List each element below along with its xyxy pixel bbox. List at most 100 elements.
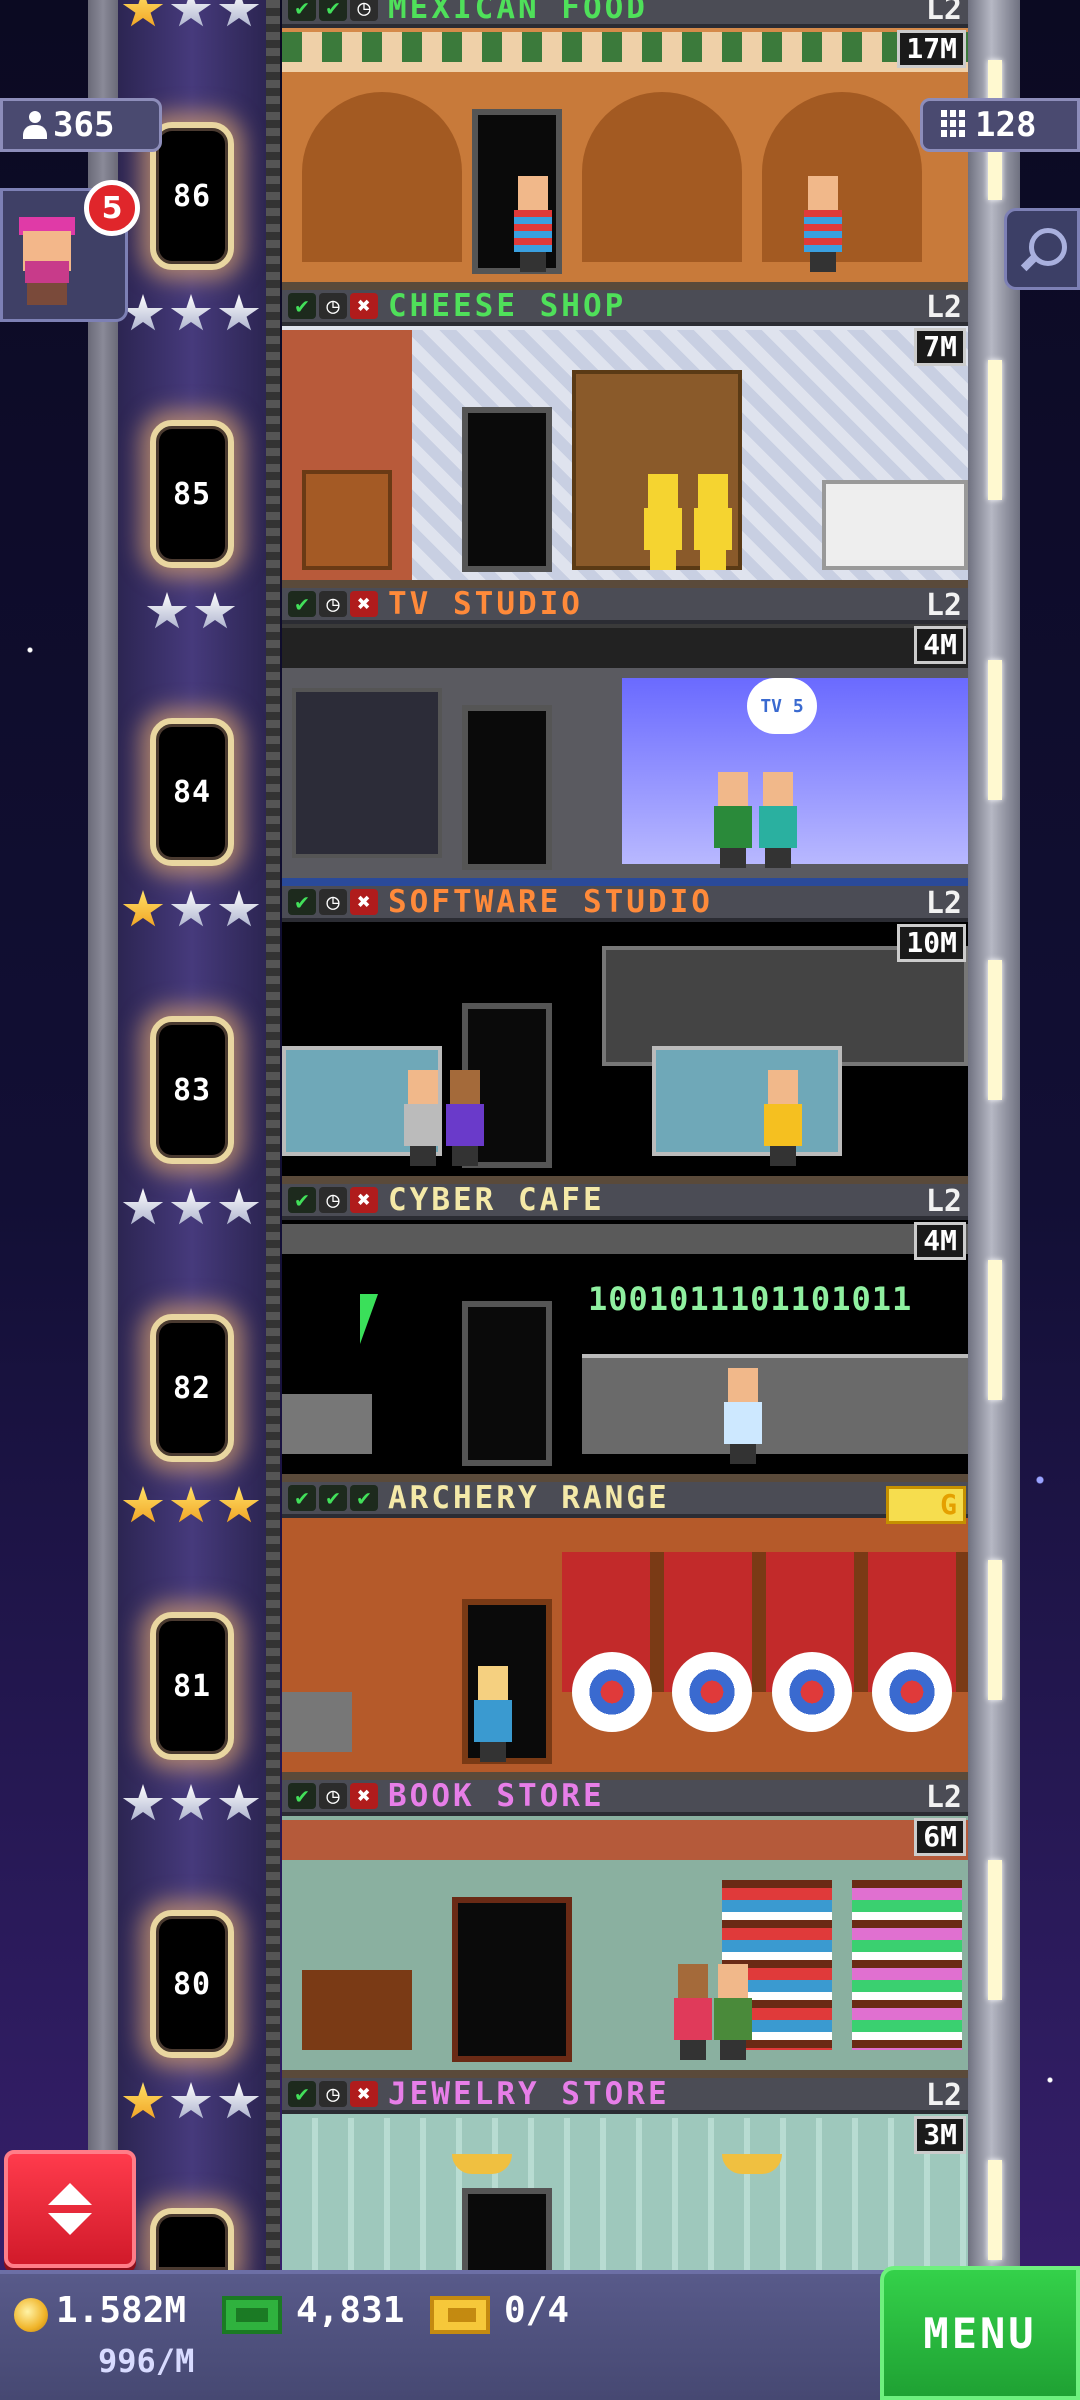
floor-stars-84 bbox=[146, 592, 236, 632]
bitizen[interactable] bbox=[512, 176, 554, 272]
clock-icon: ◷ bbox=[319, 293, 347, 319]
floor-number: 86 bbox=[172, 178, 212, 214]
floor-level: L2 bbox=[925, 0, 962, 27]
floor-cyber-cafe[interactable]: ✔ ◷ ✖ CYBER CAFE L2 4M 1001011101101011 bbox=[282, 1184, 968, 1482]
floor-book-store[interactable]: ✔ ◷ ✖ BOOK STORE L2 6M bbox=[282, 1780, 968, 2078]
menu-button[interactable]: MENU bbox=[880, 2266, 1080, 2400]
bux-value[interactable]: 4,831 bbox=[296, 2290, 404, 2331]
bitizen[interactable] bbox=[642, 474, 684, 570]
check-icon: ✔ bbox=[288, 293, 316, 319]
elevator-door-83[interactable]: 83 bbox=[150, 1016, 234, 1164]
star-icon bbox=[218, 0, 260, 27]
floor-name: BOOK STORE bbox=[388, 1780, 605, 1814]
x-icon: ✖ bbox=[350, 293, 378, 319]
bitizen[interactable] bbox=[757, 772, 799, 868]
floor-mexican-food[interactable]: ✔ ✔ ◷ MEXICAN FOOD L2 17M bbox=[282, 0, 968, 290]
elevator-door-81[interactable]: 81 bbox=[150, 1612, 234, 1760]
floor-earnings[interactable]: 17M bbox=[897, 30, 966, 68]
floor-stars-82 bbox=[122, 1188, 260, 1228]
visitor-count-badge: 5 bbox=[84, 180, 140, 236]
person-icon bbox=[23, 111, 47, 139]
control-desk bbox=[292, 688, 442, 858]
room-door bbox=[462, 1301, 552, 1466]
floor-stars-86 bbox=[122, 0, 260, 30]
floor-level: L2 bbox=[925, 2078, 962, 2113]
bitizen[interactable] bbox=[692, 474, 734, 570]
ticket-icon[interactable] bbox=[430, 2296, 490, 2334]
floor-earnings[interactable]: 6M bbox=[914, 1818, 966, 1856]
bitizen[interactable] bbox=[712, 772, 754, 868]
up-arrow-icon bbox=[48, 2183, 92, 2205]
room-interior bbox=[282, 32, 968, 282]
floors-counter[interactable]: 128 bbox=[920, 98, 1080, 152]
tv-logo: TV 5 bbox=[747, 678, 817, 734]
star-icon bbox=[170, 1188, 212, 1225]
tower-view[interactable]: 86 85 84 83 82 81 80 ✔ ✔ ◷ MEXICAN FOOD … bbox=[0, 0, 1080, 2270]
bitizen[interactable] bbox=[722, 1368, 764, 1464]
target-icon[interactable] bbox=[772, 1652, 852, 1732]
floor-level: L2 bbox=[925, 588, 962, 623]
x-icon: ✖ bbox=[350, 1187, 378, 1213]
elevator-door-85[interactable]: 85 bbox=[150, 420, 234, 568]
floor-cheese-shop[interactable]: ✔ ◷ ✖ CHEESE SHOP L2 7M bbox=[282, 290, 968, 588]
star-icon bbox=[170, 0, 212, 27]
elevator-door-80[interactable]: 80 bbox=[150, 1910, 234, 2058]
star-icon bbox=[170, 1784, 212, 1821]
chandelier-icon bbox=[452, 2154, 512, 2174]
floor-jewelry-store[interactable]: ✔ ◷ ✖ JEWELRY STORE L2 3M bbox=[282, 2078, 968, 2270]
workstation bbox=[652, 1046, 842, 1156]
floor-earnings[interactable]: 4M bbox=[914, 1222, 966, 1260]
bitizen[interactable] bbox=[472, 1666, 514, 1762]
floor-earnings[interactable]: 4M bbox=[914, 626, 966, 664]
target-icon[interactable] bbox=[672, 1652, 752, 1732]
star-icon bbox=[122, 0, 164, 27]
elevator-door-86[interactable]: 86 bbox=[150, 122, 234, 270]
floor-name: JEWELRY STORE bbox=[388, 2078, 670, 2112]
bitizen[interactable] bbox=[672, 1964, 714, 2060]
target-icon[interactable] bbox=[572, 1652, 652, 1732]
chandelier-icon bbox=[722, 2154, 782, 2174]
floor-archery-range[interactable]: ✔ ✔ ✔ ARCHERY RANGE G bbox=[282, 1482, 968, 1780]
floor-name: ARCHERY RANGE bbox=[388, 1482, 670, 1516]
column-light bbox=[988, 1560, 1002, 1700]
elevator-door-79[interactable] bbox=[150, 2208, 234, 2270]
elevator-door-84[interactable]: 84 bbox=[150, 718, 234, 866]
floor-header: ✔ ◷ ✖ SOFTWARE STUDIO L2 bbox=[282, 886, 968, 922]
floor-earnings[interactable]: 10M bbox=[897, 924, 966, 962]
star-icon bbox=[218, 890, 260, 927]
elevator-door-82[interactable]: 82 bbox=[150, 1314, 234, 1462]
bitizen[interactable] bbox=[444, 1070, 486, 1166]
star-icon bbox=[122, 294, 164, 331]
floor-header: ✔ ✔ ◷ MEXICAN FOOD L2 bbox=[282, 0, 968, 28]
floor-number: 82 bbox=[172, 1370, 212, 1406]
floor-software-studio[interactable]: ✔ ◷ ✖ SOFTWARE STUDIO L2 10M bbox=[282, 886, 968, 1184]
ceiling bbox=[282, 1224, 968, 1254]
shaft-rail bbox=[266, 0, 280, 2270]
cheese-shelf bbox=[302, 470, 392, 570]
ticket-value[interactable]: 0/4 bbox=[504, 2290, 569, 2331]
floor-name: CHEESE SHOP bbox=[388, 290, 627, 324]
x-icon: ✖ bbox=[350, 591, 378, 617]
column-light bbox=[988, 1860, 1002, 2000]
population-counter[interactable]: 365 bbox=[0, 98, 162, 152]
floor-earnings[interactable]: G bbox=[886, 1486, 966, 1524]
floor-earnings[interactable]: 3M bbox=[914, 2116, 966, 2154]
floor-earnings[interactable]: 7M bbox=[914, 328, 966, 366]
floor-stars-81 bbox=[122, 1486, 260, 1526]
bitizen[interactable] bbox=[802, 176, 844, 272]
check-icon: ✔ bbox=[288, 591, 316, 617]
bux-icon[interactable] bbox=[222, 2296, 282, 2334]
floor-tv-studio[interactable]: ✔ ◷ ✖ TV STUDIO L2 4M TV 5 bbox=[282, 588, 968, 886]
bitizen[interactable] bbox=[402, 1070, 444, 1166]
population-value: 365 bbox=[53, 105, 115, 145]
target-icon[interactable] bbox=[872, 1652, 952, 1732]
x-icon: ✖ bbox=[350, 889, 378, 915]
floor-level: L2 bbox=[925, 1780, 962, 1815]
floor-level: L2 bbox=[925, 1184, 962, 1219]
bitizen[interactable] bbox=[762, 1070, 804, 1166]
x-icon: ✖ bbox=[350, 1783, 378, 1809]
elevator-button[interactable] bbox=[4, 2150, 136, 2268]
star-icon bbox=[218, 1486, 260, 1523]
bitizen[interactable] bbox=[712, 1964, 754, 2060]
search-button[interactable] bbox=[1004, 208, 1080, 290]
